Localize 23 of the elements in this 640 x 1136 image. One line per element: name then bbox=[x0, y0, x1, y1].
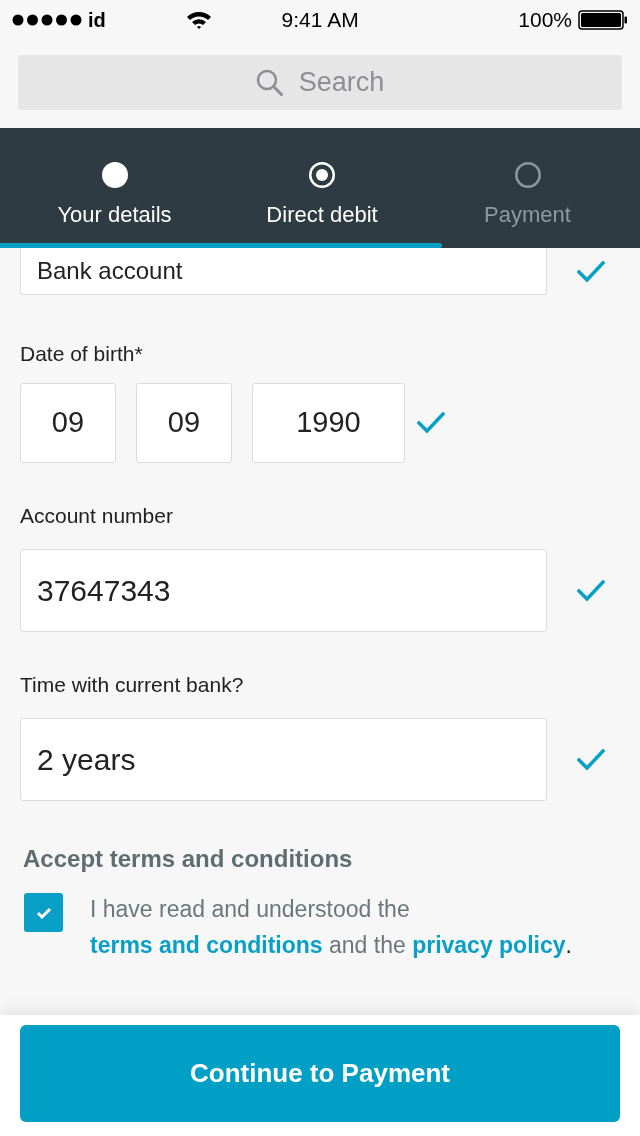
signal-icon bbox=[12, 14, 82, 26]
date-input[interactable]: 09 bbox=[136, 383, 232, 463]
tick-icon bbox=[35, 906, 52, 919]
date-input[interactable]: 1990 bbox=[252, 383, 405, 463]
text-input[interactable]: Bank account bbox=[20, 248, 547, 295]
status-time: 9:41 AM bbox=[281, 7, 359, 34]
wifi-icon bbox=[186, 11, 212, 29]
terms-checkbox[interactable] bbox=[24, 893, 63, 932]
battery-icon bbox=[578, 10, 628, 30]
field-label: Date of birth* bbox=[20, 341, 143, 367]
step-label: Payment bbox=[484, 201, 571, 229]
search-icon bbox=[255, 69, 283, 96]
text-input[interactable]: 2 years bbox=[20, 718, 547, 801]
battery-percent: 100% bbox=[518, 7, 572, 34]
field-label: Account number bbox=[20, 503, 173, 529]
text-input[interactable]: 37647343 bbox=[20, 549, 547, 632]
step-label: Direct debit bbox=[266, 201, 378, 229]
field-label: Time with current bank? bbox=[20, 672, 244, 698]
date-input[interactable]: 09 bbox=[20, 383, 116, 463]
carrier-name: id bbox=[88, 8, 106, 33]
consent-text: I have read and understood the terms and conditions and the privacy policy. bbox=[90, 895, 573, 960]
section-heading: Accept terms and conditions bbox=[23, 844, 353, 874]
step-label: Your details bbox=[57, 201, 172, 229]
